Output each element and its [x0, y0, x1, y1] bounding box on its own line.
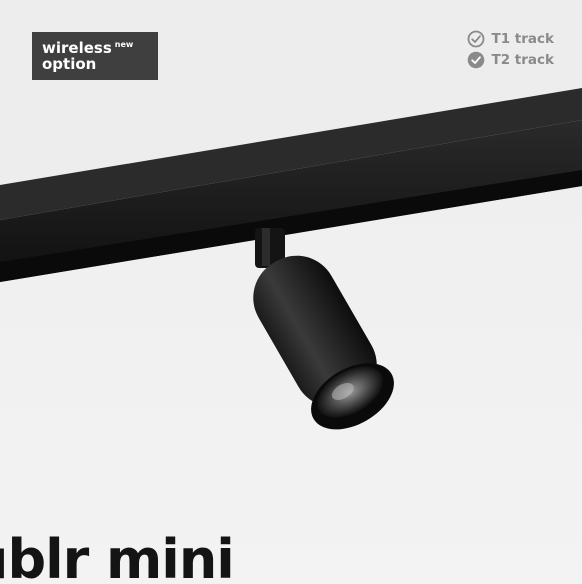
product-card[interactable]: wirelessnew option T1 track T2 track ubl… — [0, 0, 582, 584]
check-circle-outline-icon — [468, 30, 485, 47]
check-circle-filled-icon — [468, 51, 485, 68]
track-item-t1: T1 track — [467, 28, 554, 49]
track-item-t2: T2 track — [467, 49, 554, 70]
wireless-option-badge: wireless new option — [32, 32, 158, 80]
track-label: T2 track — [491, 51, 554, 68]
badge-new-sup: new — [114, 40, 134, 49]
track-spotlight-image — [0, 0, 582, 430]
badge-word-option: option — [42, 55, 97, 73]
product-title[interactable]: ublr mini — [0, 528, 235, 584]
track-compatibility-list: T1 track T2 track — [467, 28, 554, 70]
track-label: T1 track — [491, 30, 554, 47]
